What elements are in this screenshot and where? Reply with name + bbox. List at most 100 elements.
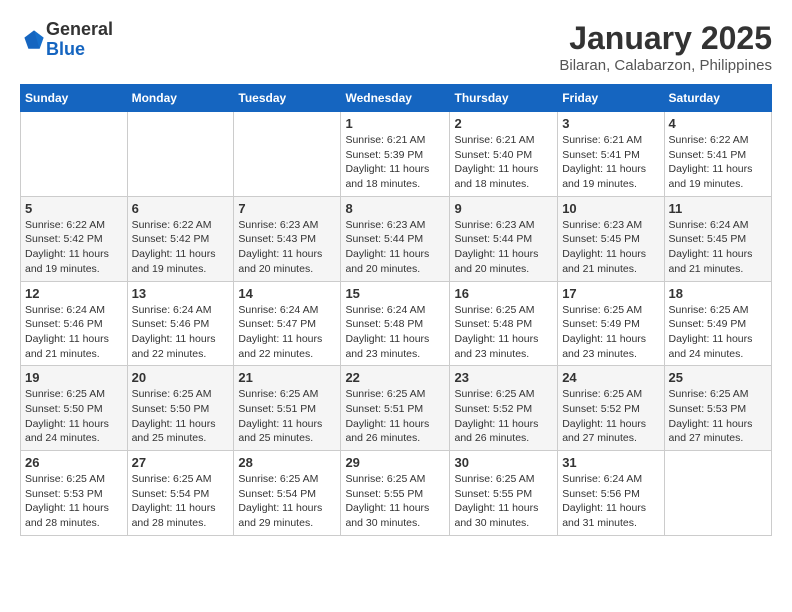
day-info: Sunrise: 6:24 AM Sunset: 5:56 PM Dayligh… <box>562 472 659 531</box>
day-info: Sunrise: 6:25 AM Sunset: 5:49 PM Dayligh… <box>562 303 659 362</box>
calendar-day-cell: 7 Sunrise: 6:23 AM Sunset: 5:43 PM Daylig… <box>234 196 341 281</box>
calendar-day-cell: 6Sunrise: 6:22 AM Sunset: 5:42 PM Daylig… <box>127 196 234 281</box>
calendar-day-cell: 2 Sunrise: 6:21 AM Sunset: 5:40 PM Daylig… <box>450 112 558 197</box>
calendar-day-cell: 8 Sunrise: 6:23 AM Sunset: 5:44 PM Daylig… <box>341 196 450 281</box>
day-info: Sunrise: 6:25 AM Sunset: 5:52 PM Dayligh… <box>562 387 659 446</box>
day-number: 29 <box>345 455 445 470</box>
day-number: 14 <box>238 286 336 301</box>
calendar-day-cell: 16 Sunrise: 6:25 AM Sunset: 5:48 PM Dayli… <box>450 281 558 366</box>
day-number: 28 <box>238 455 336 470</box>
calendar-week-row: 19 Sunrise: 6:25 AM Sunset: 5:50 PM Dayli… <box>21 366 772 451</box>
title-block: January 2025 Bilaran, Calabarzon, Philip… <box>559 20 772 74</box>
calendar-day-cell: 23 Sunrise: 6:25 AM Sunset: 5:52 PM Dayli… <box>450 366 558 451</box>
day-info: Sunrise: 6:25 AM Sunset: 5:50 PM Dayligh… <box>25 387 123 446</box>
day-number: 25 <box>669 370 767 385</box>
day-number: 20 <box>132 370 230 385</box>
day-number: 2 <box>454 116 553 131</box>
day-info: Sunrise: 6:25 AM Sunset: 5:49 PM Dayligh… <box>669 303 767 362</box>
day-info: Sunrise: 6:22 AM Sunset: 5:41 PM Dayligh… <box>669 133 767 192</box>
calendar-day-cell: 27 Sunrise: 6:25 AM Sunset: 5:54 PM Dayli… <box>127 451 234 536</box>
column-header-monday: Monday <box>127 85 234 112</box>
day-info: Sunrise: 6:24 AM Sunset: 5:48 PM Dayligh… <box>345 303 445 362</box>
day-info: Sunrise: 6:25 AM Sunset: 5:54 PM Dayligh… <box>238 472 336 531</box>
logo-text: General Blue <box>46 20 113 60</box>
day-info: Sunrise: 6:25 AM Sunset: 5:48 PM Dayligh… <box>454 303 553 362</box>
calendar-day-cell: 25 Sunrise: 6:25 AM Sunset: 5:53 PM Dayli… <box>664 366 771 451</box>
day-number: 16 <box>454 286 553 301</box>
day-number: 10 <box>562 201 659 216</box>
day-number: 21 <box>238 370 336 385</box>
logo-icon <box>22 28 46 52</box>
calendar-day-cell: 18 Sunrise: 6:25 AM Sunset: 5:49 PM Dayli… <box>664 281 771 366</box>
calendar-week-row: 12Sunrise: 6:24 AM Sunset: 5:46 PM Dayli… <box>21 281 772 366</box>
day-info: Sunrise: 6:25 AM Sunset: 5:53 PM Dayligh… <box>25 472 123 531</box>
day-info: Sunrise: 6:23 AM Sunset: 5:43 PM Dayligh… <box>238 218 336 277</box>
day-info: Sunrise: 6:25 AM Sunset: 5:51 PM Dayligh… <box>345 387 445 446</box>
day-info: Sunrise: 6:22 AM Sunset: 5:42 PM Dayligh… <box>132 218 230 277</box>
logo: General Blue <box>20 20 113 60</box>
calendar-week-row: 26Sunrise: 6:25 AM Sunset: 5:53 PM Dayli… <box>21 451 772 536</box>
header: General Blue January 2025 Bilaran, Calab… <box>20 20 772 74</box>
day-info: Sunrise: 6:22 AM Sunset: 5:42 PM Dayligh… <box>25 218 123 277</box>
column-header-thursday: Thursday <box>450 85 558 112</box>
day-number: 24 <box>562 370 659 385</box>
day-info: Sunrise: 6:24 AM Sunset: 5:46 PM Dayligh… <box>25 303 123 362</box>
calendar-day-cell: 22Sunrise: 6:25 AM Sunset: 5:51 PM Dayli… <box>341 366 450 451</box>
day-number: 8 <box>345 201 445 216</box>
calendar-day-cell: 5Sunrise: 6:22 AM Sunset: 5:42 PM Daylig… <box>21 196 128 281</box>
day-info: Sunrise: 6:25 AM Sunset: 5:55 PM Dayligh… <box>454 472 553 531</box>
calendar-day-cell: 19 Sunrise: 6:25 AM Sunset: 5:50 PM Dayli… <box>21 366 128 451</box>
day-number: 17 <box>562 286 659 301</box>
calendar-day-cell: 14Sunrise: 6:24 AM Sunset: 5:47 PM Dayli… <box>234 281 341 366</box>
logo-general: General <box>46 20 113 40</box>
calendar-day-cell: 30 Sunrise: 6:25 AM Sunset: 5:55 PM Dayli… <box>450 451 558 536</box>
day-info: Sunrise: 6:25 AM Sunset: 5:50 PM Dayligh… <box>132 387 230 446</box>
calendar-day-cell: 29 Sunrise: 6:25 AM Sunset: 5:55 PM Dayli… <box>341 451 450 536</box>
day-info: Sunrise: 6:24 AM Sunset: 5:46 PM Dayligh… <box>132 303 230 362</box>
location-subtitle: Bilaran, Calabarzon, Philippines <box>559 57 772 74</box>
calendar-empty-cell <box>234 112 341 197</box>
calendar-empty-cell <box>127 112 234 197</box>
calendar-day-cell: 3 Sunrise: 6:21 AM Sunset: 5:41 PM Daylig… <box>558 112 664 197</box>
day-info: Sunrise: 6:25 AM Sunset: 5:51 PM Dayligh… <box>238 387 336 446</box>
day-number: 1 <box>345 116 445 131</box>
day-number: 19 <box>25 370 123 385</box>
day-info: Sunrise: 6:23 AM Sunset: 5:45 PM Dayligh… <box>562 218 659 277</box>
day-info: Sunrise: 6:23 AM Sunset: 5:44 PM Dayligh… <box>345 218 445 277</box>
calendar-day-cell: 12Sunrise: 6:24 AM Sunset: 5:46 PM Dayli… <box>21 281 128 366</box>
day-number: 18 <box>669 286 767 301</box>
day-number: 11 <box>669 201 767 216</box>
day-number: 13 <box>132 286 230 301</box>
calendar-day-cell: 20 Sunrise: 6:25 AM Sunset: 5:50 PM Dayli… <box>127 366 234 451</box>
calendar-day-cell: 26Sunrise: 6:25 AM Sunset: 5:53 PM Dayli… <box>21 451 128 536</box>
calendar-header-row: SundayMondayTuesdayWednesdayThursdayFrid… <box>21 85 772 112</box>
day-info: Sunrise: 6:25 AM Sunset: 5:52 PM Dayligh… <box>454 387 553 446</box>
day-info: Sunrise: 6:23 AM Sunset: 5:44 PM Dayligh… <box>454 218 553 277</box>
day-number: 30 <box>454 455 553 470</box>
calendar-day-cell: 11Sunrise: 6:24 AM Sunset: 5:45 PM Dayli… <box>664 196 771 281</box>
day-number: 23 <box>454 370 553 385</box>
day-info: Sunrise: 6:21 AM Sunset: 5:41 PM Dayligh… <box>562 133 659 192</box>
day-number: 3 <box>562 116 659 131</box>
column-header-wednesday: Wednesday <box>341 85 450 112</box>
day-number: 31 <box>562 455 659 470</box>
day-number: 7 <box>238 201 336 216</box>
calendar-day-cell: 28 Sunrise: 6:25 AM Sunset: 5:54 PM Dayli… <box>234 451 341 536</box>
day-info: Sunrise: 6:21 AM Sunset: 5:39 PM Dayligh… <box>345 133 445 192</box>
column-header-friday: Friday <box>558 85 664 112</box>
calendar-empty-cell <box>664 451 771 536</box>
calendar-day-cell: 17 Sunrise: 6:25 AM Sunset: 5:49 PM Dayli… <box>558 281 664 366</box>
calendar-empty-cell <box>21 112 128 197</box>
calendar-day-cell: 10 Sunrise: 6:23 AM Sunset: 5:45 PM Dayli… <box>558 196 664 281</box>
calendar-table: SundayMondayTuesdayWednesdayThursdayFrid… <box>20 84 772 536</box>
day-info: Sunrise: 6:25 AM Sunset: 5:54 PM Dayligh… <box>132 472 230 531</box>
column-header-saturday: Saturday <box>664 85 771 112</box>
calendar-week-row: 5Sunrise: 6:22 AM Sunset: 5:42 PM Daylig… <box>21 196 772 281</box>
column-header-tuesday: Tuesday <box>234 85 341 112</box>
day-info: Sunrise: 6:25 AM Sunset: 5:55 PM Dayligh… <box>345 472 445 531</box>
day-info: Sunrise: 6:21 AM Sunset: 5:40 PM Dayligh… <box>454 133 553 192</box>
day-info: Sunrise: 6:25 AM Sunset: 5:53 PM Dayligh… <box>669 387 767 446</box>
calendar-day-cell: 1 Sunrise: 6:21 AM Sunset: 5:39 PM Daylig… <box>341 112 450 197</box>
calendar-day-cell: 13 Sunrise: 6:24 AM Sunset: 5:46 PM Dayli… <box>127 281 234 366</box>
day-number: 27 <box>132 455 230 470</box>
